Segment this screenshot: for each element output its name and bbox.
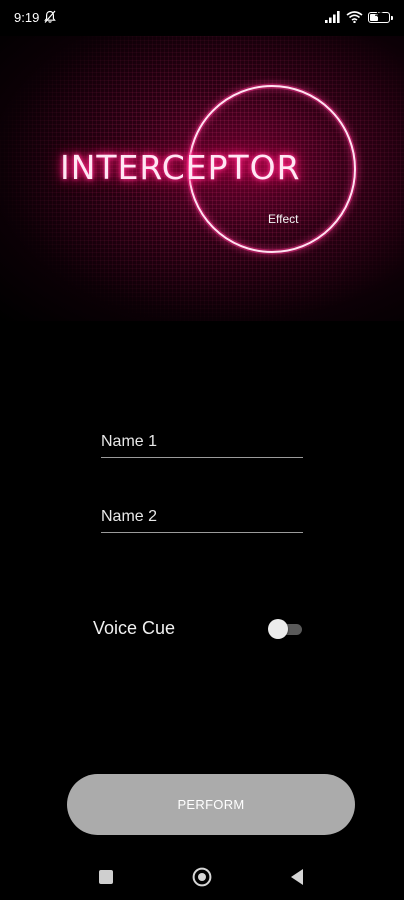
banner-subtitle: Effect <box>268 212 299 226</box>
name-1-input[interactable] <box>101 426 303 458</box>
circle-home-icon[interactable] <box>192 867 212 887</box>
status-time: 9:19 <box>14 10 40 25</box>
battery-percent: 45 <box>375 11 383 19</box>
cellular-signal-icon <box>325 11 340 23</box>
switch-thumb <box>268 619 288 639</box>
name-2-input[interactable] <box>101 501 303 533</box>
bell-off-icon <box>44 10 56 23</box>
wifi-icon <box>346 11 363 23</box>
square-recents-icon[interactable] <box>99 870 113 884</box>
name-1-field <box>101 426 303 458</box>
triangle-back-icon[interactable] <box>290 868 304 886</box>
battery-icon: 45 <box>368 11 393 23</box>
voice-cue-switch[interactable] <box>268 619 304 639</box>
system-nav-bar <box>0 852 404 900</box>
status-bar: 9:19 45 <box>0 0 404 36</box>
banner-title: INTERCEPTOR <box>60 148 301 187</box>
name-2-field <box>101 501 303 533</box>
voice-cue-label: Voice Cue <box>93 618 176 638</box>
status-indicators: 45 <box>325 10 393 24</box>
perform-button[interactable]: PERFORM <box>67 774 355 835</box>
header-banner: INTERCEPTOR Effect <box>0 36 404 321</box>
